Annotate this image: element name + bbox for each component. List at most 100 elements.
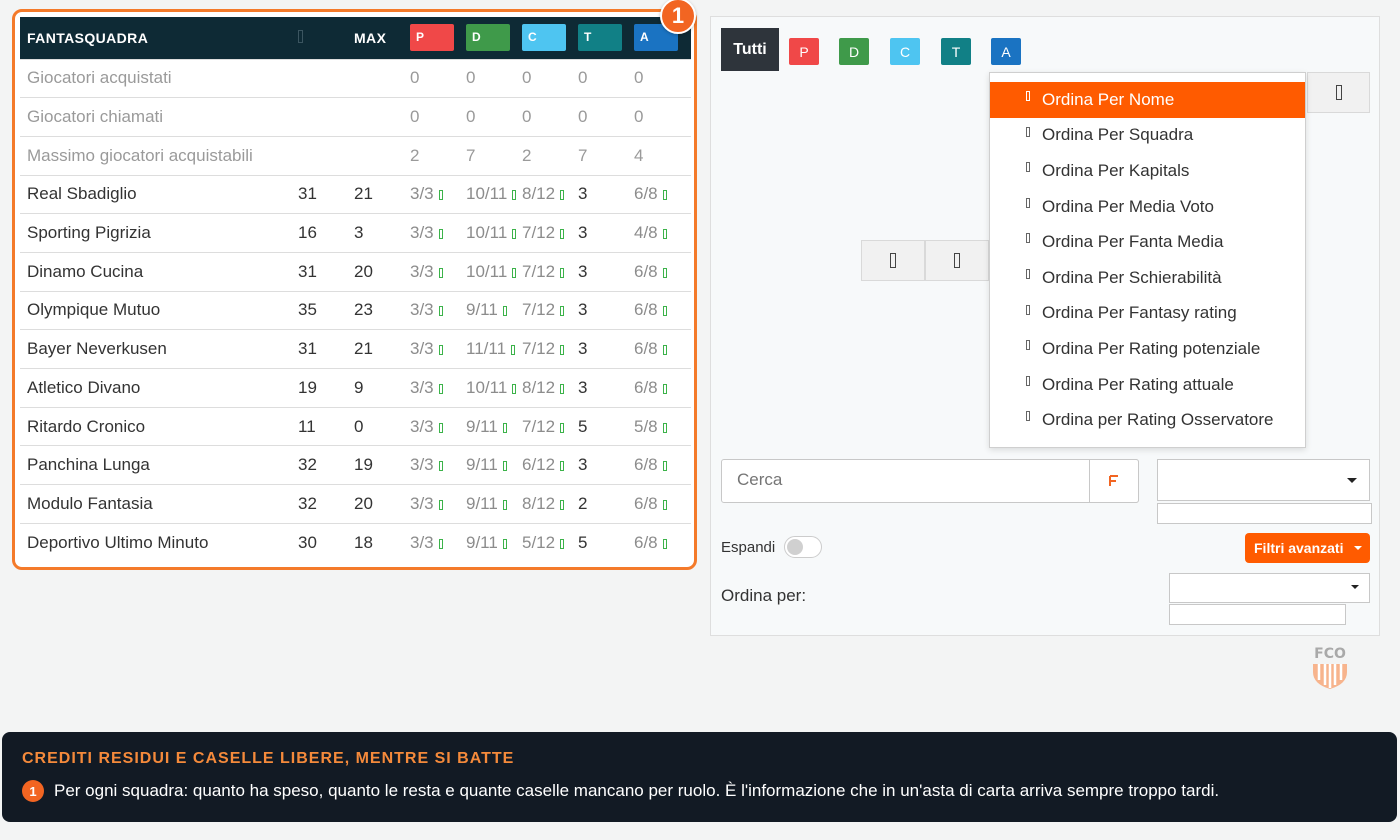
cell-c: 7/12 <box>522 406 578 446</box>
table-row[interactable]: Olympique Mutuo 35 23 3/3 9/11 7/12 3 6/8 <box>20 290 691 330</box>
cell-t: 3 <box>578 368 634 408</box>
cell-t-value: 5 <box>578 416 588 436</box>
header-p[interactable]: P <box>410 17 466 59</box>
table-row[interactable]: Sporting Pigrizia 16 3 3/3 10/11 7/12 3 4/8 <box>20 213 691 253</box>
cell-c-value: 8/12 <box>522 377 556 397</box>
cell-t-value: 3 <box>578 377 588 397</box>
view-toggle-button[interactable] <box>1307 72 1370 113</box>
search-button[interactable] <box>1089 459 1139 503</box>
header-max[interactable]: MAX <box>354 17 410 59</box>
cell-p: 3/3 <box>410 522 466 562</box>
cell-credits-value: 32 <box>298 455 317 475</box>
cell-team-value: Ritardo Cronico <box>27 416 146 436</box>
summary-label: Massimo giocatori acquistabili <box>20 135 298 176</box>
check-icon <box>662 345 667 356</box>
sort-option[interactable]: Ordina Per Squadra <box>990 118 1305 154</box>
table-row[interactable]: Panchina Lunga 32 19 3/3 9/11 6/12 3 6/8 <box>20 445 691 485</box>
search-box <box>721 459 1139 503</box>
cell-a-value: 6/8 <box>634 300 658 320</box>
cell-c-value: 6/12 <box>522 455 556 475</box>
header-credits[interactable] <box>298 17 354 59</box>
check-icon <box>560 306 565 317</box>
sort-option[interactable]: Ordina Per Media Voto <box>990 189 1305 225</box>
cell-p: 3/3 <box>410 290 466 330</box>
cell-t-value: 3 <box>578 261 588 281</box>
tab-t[interactable]: T <box>941 38 971 65</box>
search-input[interactable] <box>722 460 1082 500</box>
cell-c: 8/12 <box>522 174 578 214</box>
tab-d[interactable]: D <box>839 38 869 65</box>
cell-max: 19 <box>354 445 410 485</box>
table-row[interactable]: Ritardo Cronico 11 0 3/3 9/11 7/12 5 5/8 <box>20 406 691 446</box>
table-header-row: FANTASQUADRA MAX P D C T A <box>20 17 691 59</box>
sort-option[interactable]: Ordina Per Nome <box>990 82 1305 118</box>
check-icon <box>662 267 667 278</box>
sort-select[interactable] <box>1169 573 1370 603</box>
table-row[interactable]: Deportivo Ultimo Minuto 30 18 3/3 9/11 5/12 5 6… <box>20 522 691 562</box>
cell-d: 11/11 <box>466 329 522 369</box>
sort-option[interactable]: Ordina Per Fantasy rating <box>990 296 1305 332</box>
cell-t: 5 <box>578 406 634 446</box>
check-icon <box>560 383 565 394</box>
prev-button[interactable] <box>861 240 925 281</box>
cell-a-value: 6/8 <box>634 455 658 475</box>
team-filter-input[interactable] <box>1157 503 1372 524</box>
sort-option-label: Ordina Per Fantasy rating <box>1042 303 1237 323</box>
table-row[interactable]: Dinamo Cucina 31 20 3/3 10/11 7/12 3 6/8 <box>20 251 691 292</box>
cell-c: 7/12 <box>522 213 578 253</box>
tab-p[interactable]: P <box>789 38 819 65</box>
tab-tutti[interactable]: Tutti <box>721 28 779 71</box>
sort-option[interactable]: Ordina Per Fanta Media <box>990 224 1305 260</box>
cell-team: Olympique Mutuo <box>20 290 298 330</box>
table-row[interactable]: Atletico Divano 19 9 3/3 10/11 8/12 3 6/8 <box>20 368 691 408</box>
header-team[interactable]: FANTASQUADRA <box>20 17 298 59</box>
cell-team-value: Olympique Mutuo <box>27 300 161 320</box>
summary-a: 0 <box>634 97 691 137</box>
header-c[interactable]: C <box>522 17 578 59</box>
sort-option[interactable]: Ordina Per Kapitals <box>990 153 1305 189</box>
tab-a[interactable]: A <box>991 38 1021 65</box>
cell-a: 6/8 <box>634 522 691 562</box>
info-tooltip: CREDITI RESIDUI E CASELLE LIBERE, MENTRE… <box>2 732 1397 822</box>
check-icon <box>560 190 565 201</box>
cell-credits-value: 31 <box>298 184 317 204</box>
cell-c: 8/12 <box>522 368 578 408</box>
header-t[interactable]: T <box>578 17 634 59</box>
cell-d: 9/11 <box>466 406 522 446</box>
expand-toggle[interactable] <box>784 536 822 558</box>
cell-team-value: Real Sbadiglio <box>27 184 137 204</box>
team-filter-select[interactable] <box>1157 459 1370 501</box>
cell-team: Deportivo Ultimo Minuto <box>20 522 298 562</box>
cell-p: 3/3 <box>410 368 466 408</box>
tooltip-body: 1 Per ogni squadra: quanto ha speso, qua… <box>22 780 1377 802</box>
cell-d: 10/11 <box>466 174 522 214</box>
cell-t: 2 <box>578 484 634 524</box>
table-row[interactable]: Bayer Neverkusen 31 21 3/3 11/11 7/12 3 6/8 <box>20 329 691 369</box>
sort-option[interactable]: Ordina Per Rating potenziale <box>990 331 1305 367</box>
cell-team: Sporting Pigrizia <box>20 213 298 253</box>
sort-option[interactable]: Ordina Per Rating attuale <box>990 367 1305 403</box>
next-button[interactable] <box>925 240 989 281</box>
sort-input[interactable] <box>1169 604 1346 625</box>
advanced-filters-button[interactable]: Filtri avanzati <box>1245 533 1370 563</box>
cell-c-value: 8/12 <box>522 493 556 513</box>
sort-option[interactable]: Ordina Per Schierabilità <box>990 260 1305 296</box>
table-row[interactable]: Modulo Fantasia 32 20 3/3 9/11 8/12 2 6/8 <box>20 484 691 524</box>
expand-label: Espandi <box>721 539 776 556</box>
cell-c-value: 7/12 <box>522 300 556 320</box>
fco-logo: FCO <box>1310 642 1350 690</box>
sort-option[interactable]: Ordina per Rating Osservatore <box>990 402 1305 438</box>
cell-p: 3/3 <box>410 406 466 446</box>
cell-team: Real Sbadiglio <box>20 174 298 214</box>
sort-option-icon <box>1026 268 1030 279</box>
header-d[interactable]: D <box>466 17 522 59</box>
sort-dropdown-menu: Ordina Per Nome Ordina Per Squadra Ordina … <box>989 72 1306 448</box>
check-icon <box>438 461 443 472</box>
check-icon <box>560 461 565 472</box>
check-icon <box>438 306 443 317</box>
cell-p-value: 3/3 <box>410 416 434 436</box>
cell-d-value: 11/11 <box>466 339 507 359</box>
summary-max <box>354 135 410 176</box>
tab-c[interactable]: C <box>890 38 920 65</box>
table-row[interactable]: Real Sbadiglio 31 21 3/3 10/11 8/12 3 6/8 <box>20 174 691 214</box>
